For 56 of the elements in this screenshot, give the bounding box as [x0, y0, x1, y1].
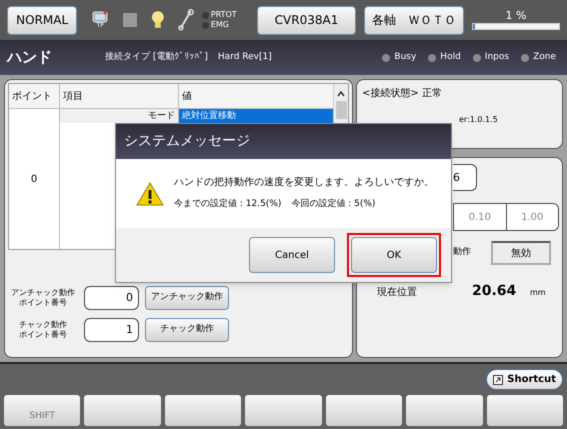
position-value: 20.64 — [472, 282, 518, 301]
position-label: 現在位置 — [377, 286, 418, 300]
version-text: er:1.0.1.5 — [459, 114, 499, 126]
function-key[interactable] — [486, 395, 563, 426]
dialog-button[interactable]: OK — [351, 237, 437, 273]
hard-revision: Hard Rev[1] — [218, 50, 272, 64]
status-label: Zone — [533, 50, 556, 64]
wrench-icon — [178, 9, 194, 31]
status-label: Busy — [394, 50, 416, 64]
function-key[interactable] — [84, 395, 161, 426]
point-number-label: チャック動作 — [19, 320, 67, 330]
shortcut-button[interactable]: Shortcut — [486, 369, 563, 390]
function-key[interactable] — [164, 395, 242, 426]
function-key[interactable] — [245, 395, 322, 426]
axis-button[interactable]: 各軸 ＷＯＴＯ — [364, 6, 464, 34]
dialog-button[interactable]: Cancel — [249, 237, 335, 273]
position-unit: mm — [530, 287, 546, 299]
item-cell: モード — [60, 109, 179, 123]
scroll-up-icon[interactable] — [337, 90, 345, 98]
warning-icon — [136, 182, 164, 206]
point-number-label: アンチャック動作 — [11, 288, 75, 298]
status-label: Hold — [440, 50, 461, 64]
new-value: 今回の設定値 : 5(%) — [291, 198, 376, 212]
function-key[interactable] — [406, 395, 483, 426]
point-number-field[interactable]: 1 — [84, 318, 139, 342]
connection-type: 接続タイプ [電動ｸﾞﾘｯﾊﾟ] — [105, 50, 208, 64]
light-bulb-icon — [150, 10, 164, 30]
dialog-title: システムメッセージ — [124, 132, 250, 151]
speed-reading: 1 % — [506, 10, 526, 21]
column-header: ポイント — [9, 84, 59, 109]
screen-title: ハンド — [7, 47, 53, 68]
previous-value: 今までの設定値 : 12.5(%) — [174, 198, 282, 212]
indicator-label: EMG — [210, 21, 229, 29]
shortcut-icon — [493, 374, 504, 384]
action-label: 動作 — [453, 246, 472, 260]
scroll-thumb[interactable] — [336, 101, 346, 119]
disable-button[interactable]: 無効 — [491, 241, 551, 265]
point-cell-text: 0 — [30, 172, 38, 186]
indicator-label: PRTOT — [210, 11, 237, 19]
column-header: 項目 — [60, 84, 179, 108]
connection-status: <接続状態> 正常 — [362, 86, 443, 101]
step-segment[interactable]: 0.10 — [454, 204, 506, 230]
column-header: 値 — [181, 90, 193, 104]
mode-button[interactable]: NORMAL — [7, 6, 78, 34]
status-label: Inpos — [484, 50, 510, 64]
program-button[interactable]: CVR038A1 — [256, 6, 356, 34]
point-number-label: ポイント番号 — [19, 298, 67, 308]
value-cell[interactable]: 絶対位置移動 — [179, 109, 333, 123]
step-segment[interactable]: 1.00 — [506, 204, 558, 230]
jog-field[interactable]: 6 — [453, 164, 477, 191]
function-key[interactable] — [326, 395, 402, 426]
dialog-message: ハンドの把持動作の速度を変更します。よろしいですか。 — [174, 176, 434, 190]
unchuck-button[interactable]: アンチャック動作 — [145, 286, 229, 310]
point-number-field[interactable]: 0 — [84, 286, 139, 310]
chuck-button[interactable]: チャック動作 — [145, 318, 229, 342]
point-number-label: ポイント番号 — [19, 330, 67, 340]
